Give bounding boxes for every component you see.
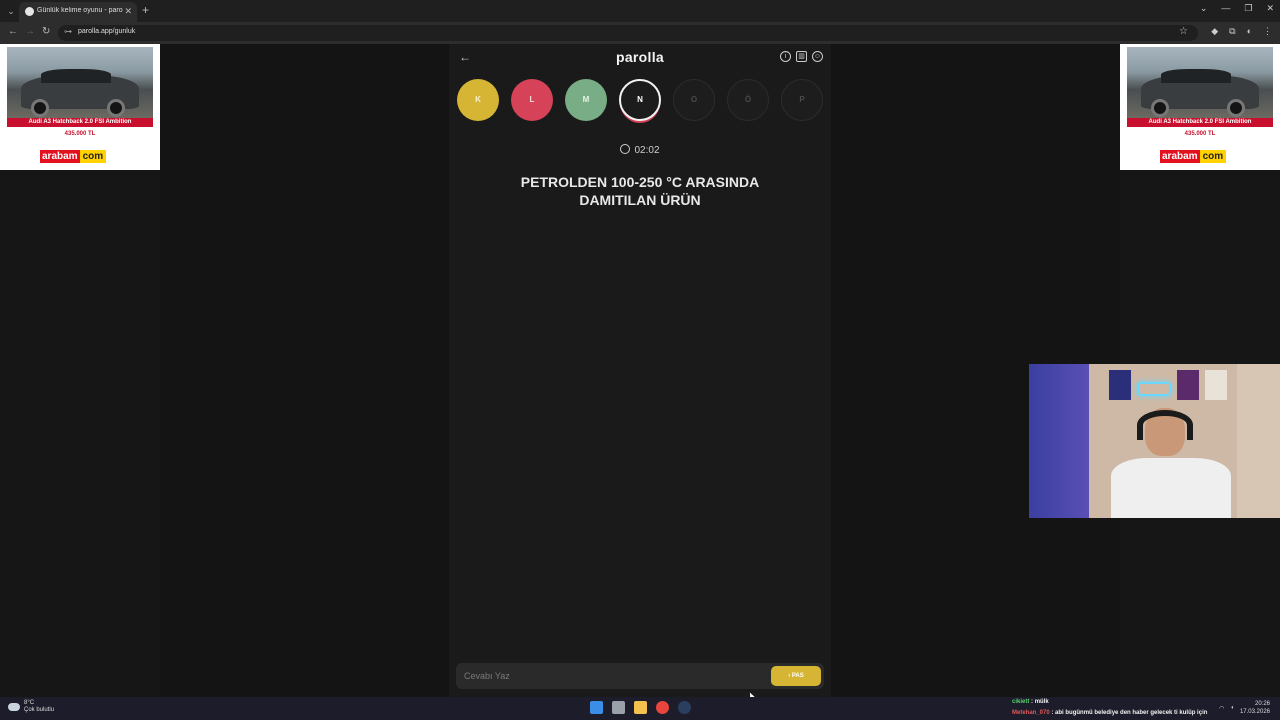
stream-chat-overlay: cikiett : mülk Metehan_070 : abi bugünmü… <box>1012 697 1280 719</box>
browser-tab[interactable]: Günlük kelime oyunu - parolla ✕ <box>19 2 137 22</box>
weather-widget[interactable]: 8°C Çok bulutlu <box>8 700 54 714</box>
puzzle-icon[interactable]: ⧉ <box>1229 26 1235 37</box>
chat-message: cikiett : mülk <box>1012 699 1049 705</box>
tab-list-icon[interactable]: ⌄ <box>4 4 18 18</box>
file-explorer-icon[interactable] <box>634 701 647 714</box>
windows-start-icon[interactable] <box>590 701 603 714</box>
car-photo <box>7 47 153 118</box>
back-icon[interactable]: ← <box>8 26 18 37</box>
info-icon[interactable]: i <box>780 51 791 62</box>
timer-value: 02:02 <box>634 145 660 156</box>
taskbar-apps <box>590 701 691 714</box>
user-icon[interactable]: ☺ <box>812 51 823 62</box>
omnibox[interactable]: ⊶ parolla.app/gunluk ☆ <box>58 25 1198 41</box>
answer-input[interactable] <box>456 663 756 689</box>
chat-message: Metehan_070 : abi bugünmü belediye den h… <box>1012 710 1208 716</box>
ad-title: Audi A3 Hatchback 2.0 FSI Ambition <box>7 118 153 127</box>
arabam-logo: arabam com <box>1160 150 1227 163</box>
browser-tab-bar: ⌄ Günlük kelime oyunu - parolla ✕ + ⌄ — … <box>0 0 1280 22</box>
letter-circle-l: L <box>511 79 553 121</box>
bookmark-star-icon[interactable]: ☆ <box>1179 26 1188 37</box>
steam-icon[interactable] <box>678 701 691 714</box>
chat-text: abi bugünmü belediye den haber gelecek t… <box>1055 710 1208 716</box>
tab-close-icon[interactable]: ✕ <box>124 6 132 17</box>
minimize-icon[interactable]: — <box>1221 3 1230 14</box>
task-view-icon[interactable] <box>612 701 625 714</box>
new-tab-button[interactable]: + <box>142 3 149 17</box>
forward-icon[interactable]: → <box>25 26 35 37</box>
chat-user: cikiett <box>1012 699 1030 705</box>
close-window-icon[interactable]: ✕ <box>1266 3 1274 14</box>
letter-circle-o-umlaut: Ö <box>727 79 769 121</box>
parolla-logo[interactable]: parolla <box>449 49 831 65</box>
extension-icon[interactable]: ◆ <box>1211 26 1218 37</box>
chat-text: mülk <box>1034 699 1049 705</box>
ad-title: Audi A3 Hatchback 2.0 FSI Ambition <box>1127 118 1273 127</box>
window-menu-icon[interactable]: ⌄ <box>1200 3 1208 14</box>
reload-icon[interactable]: ↻ <box>42 26 50 37</box>
chat-user: Metehan_070 <box>1012 710 1050 716</box>
car-ad-left[interactable]: Audi A3 Hatchback 2.0 FSI Ambition 435.0… <box>0 44 160 170</box>
window-controls: ⌄ — ❐ ✕ <box>1200 3 1274 14</box>
cloud-icon <box>8 703 20 711</box>
chrome-icon[interactable] <box>656 701 669 714</box>
letter-circle-n: N <box>619 79 661 121</box>
weather-desc: Çok bulutlu <box>24 707 55 713</box>
ad-price: 435.000 TL <box>64 131 96 137</box>
answer-bar: › PAS <box>456 663 824 689</box>
clock-icon <box>620 144 631 154</box>
letter-track: K L M N O Ö P <box>457 79 823 121</box>
car-photo <box>1127 47 1273 118</box>
game-header: ← parolla i ▥ ☺ <box>449 44 831 72</box>
profile-icon[interactable]: ◐ <box>1247 26 1252 37</box>
weather-temp: 8°C <box>24 700 35 706</box>
stats-icon[interactable]: ▥ <box>796 51 807 62</box>
favicon-icon <box>25 7 34 16</box>
menu-kebab-icon[interactable]: ⋮ <box>1263 26 1272 37</box>
letter-circle-m: M <box>565 79 607 121</box>
game-panel: ← parolla i ▥ ☺ K L M N O Ö P 02:02 PETR… <box>449 44 831 697</box>
timer: 02:02 <box>449 144 831 156</box>
header-icons: i ▥ ☺ <box>780 51 823 62</box>
letter-circle-p: P <box>781 79 823 121</box>
arabam-logo: arabam com <box>40 150 107 163</box>
left-ad-column: Audi A3 Hatchback 2.0 FSI Ambition 435.0… <box>0 44 160 697</box>
extension-icons: ◆ ⧉ ◐ ⋮ <box>1211 26 1272 37</box>
question-text: PETROLDEN 100-250 °C ARASINDA DAMITILAN … <box>479 173 801 209</box>
tab-title: Günlük kelime oyunu - parolla <box>37 7 123 14</box>
ad-price: 435.000 TL <box>1184 131 1216 137</box>
maximize-icon[interactable]: ❐ <box>1244 3 1252 14</box>
webcam-overlay <box>1029 364 1280 518</box>
chevron-right-icon: › <box>788 673 791 679</box>
question-line-2: DAMITILAN ÜRÜN <box>579 192 701 208</box>
pass-button[interactable]: › PAS <box>771 666 821 686</box>
site-info-icon[interactable]: ⊶ <box>64 27 72 36</box>
letter-circle-o: O <box>673 79 715 121</box>
car-ad-right[interactable]: Audi A3 Hatchback 2.0 FSI Ambition 435.0… <box>1120 44 1280 170</box>
url-text: parolla.app/gunluk <box>78 28 136 35</box>
letter-circle-k: K <box>457 79 499 121</box>
address-toolbar: ← → ↻ ⊶ parolla.app/gunluk ☆ ◆ ⧉ ◐ ⋮ <box>0 22 1280 44</box>
question-line-1: PETROLDEN 100-250 °C ARASINDA <box>520 174 760 190</box>
pass-label: PAS <box>791 673 804 679</box>
